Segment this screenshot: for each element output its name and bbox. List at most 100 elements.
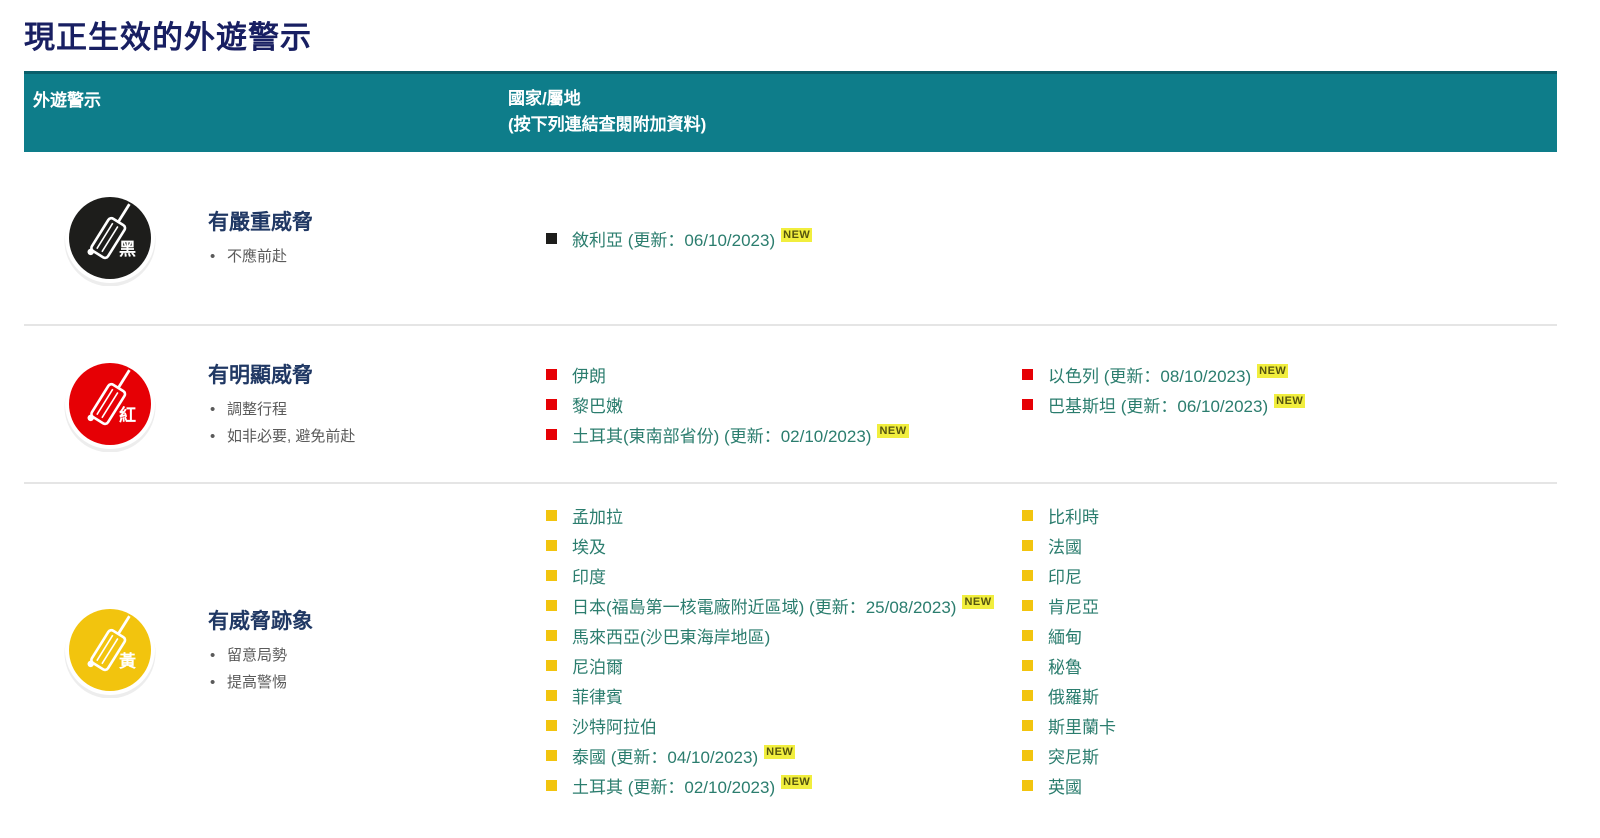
alert-icon-wrap: 黑	[62, 190, 158, 286]
country-item: 土耳其(東南部省份) (更新：02/10/2023)NEW	[546, 419, 1002, 449]
country-link[interactable]: 尼泊爾	[572, 653, 623, 678]
country-item: 印度	[546, 560, 1002, 590]
country-item: 秘魯	[1022, 650, 1116, 680]
advice-item: 如非必要, 避免前赴	[208, 423, 355, 450]
country-link[interactable]: 埃及	[572, 533, 606, 558]
country-link[interactable]: 日本(福島第一核電廠附近區域) (更新：25/08/2023)	[572, 593, 956, 618]
square-bullet-icon	[546, 510, 557, 521]
header-country-line1: 國家/屬地	[508, 86, 706, 112]
square-bullet-icon	[546, 690, 557, 701]
square-bullet-icon	[1022, 630, 1033, 641]
country-link[interactable]: 泰國 (更新：04/10/2023)	[572, 743, 758, 768]
country-item: 菲律賓	[546, 680, 1002, 710]
country-link[interactable]: 巴基斯坦 (更新：06/10/2023)	[1048, 392, 1268, 417]
country-link[interactable]: 英國	[1048, 773, 1082, 798]
country-item: 比利時	[1022, 500, 1116, 530]
table-header: 外遊警示 國家/屬地 (按下列連結查閱附加資料)	[24, 71, 1557, 152]
square-bullet-icon	[1022, 399, 1033, 410]
country-link[interactable]: 肯尼亞	[1048, 593, 1099, 618]
country-link[interactable]: 馬來西亞(沙巴東海岸地區)	[572, 623, 770, 648]
header-alert-column: 外遊警示	[24, 86, 508, 138]
square-bullet-icon	[1022, 510, 1033, 521]
country-link[interactable]: 緬甸	[1048, 623, 1082, 648]
country-link[interactable]: 印度	[572, 563, 606, 588]
alert-icon-wrap: 黃	[62, 602, 158, 698]
country-item: 沙特阿拉伯	[546, 710, 1002, 740]
advice-item: 留意局勢	[208, 642, 313, 669]
country-item: 突尼斯	[1022, 740, 1116, 770]
country-link[interactable]: 俄羅斯	[1048, 683, 1099, 708]
country-item: 泰國 (更新：04/10/2023) NEW	[546, 740, 1002, 770]
country-item: 斯里蘭卡	[1022, 710, 1116, 740]
country-item: 孟加拉	[546, 500, 1002, 530]
country-column-2: 比利時法國印尼肯尼亞緬甸秘魯俄羅斯斯里蘭卡突尼斯英國	[1022, 500, 1116, 800]
country-columns: 伊朗黎巴嫩土耳其(東南部省份) (更新：02/10/2023)NEW 以色列 (更…	[546, 359, 1557, 449]
square-bullet-icon	[546, 540, 557, 551]
alert-table: 外遊警示 國家/屬地 (按下列連結查閱附加資料) 黑有嚴重威脅不應前赴敘利亞 (…	[24, 71, 1557, 816]
country-item: 印尼	[1022, 560, 1116, 590]
country-column-1: 孟加拉埃及印度日本(福島第一核電廠附近區域) (更新：25/08/2023) NE…	[546, 500, 1022, 800]
advice-list: 不應前赴	[208, 243, 313, 270]
square-bullet-icon	[546, 570, 557, 581]
square-bullet-icon	[546, 369, 557, 380]
country-item: 馬來西亞(沙巴東海岸地區)	[546, 620, 1002, 650]
country-link[interactable]: 土耳其(東南部省份) (更新：02/10/2023)	[572, 422, 871, 447]
alert-level-cell: 黃 有威脅跡象留意局勢提高警惕	[24, 484, 508, 816]
country-column-1: 敘利亞 (更新：06/10/2023) NEW	[546, 223, 1022, 253]
square-bullet-icon	[1022, 369, 1033, 380]
alert-row-black: 黑有嚴重威脅不應前赴敘利亞 (更新：06/10/2023)NEW	[24, 152, 1557, 324]
country-item: 英國	[1022, 770, 1116, 800]
square-bullet-icon	[1022, 780, 1033, 791]
alert-icon-wrap: 紅	[62, 356, 158, 452]
square-bullet-icon	[1022, 720, 1033, 731]
alert-level-cell: 黑有嚴重威脅不應前赴	[24, 152, 508, 324]
country-link[interactable]: 秘魯	[1048, 653, 1082, 678]
alert-row-red: 紅有明顯威脅調整行程如非必要, 避免前赴伊朗黎巴嫩土耳其(東南部省份) (更新：…	[24, 324, 1557, 482]
country-item: 土耳其 (更新：02/10/2023)NEW	[546, 770, 1002, 800]
svg-text:黃: 黃	[118, 652, 136, 671]
square-bullet-icon	[1022, 570, 1033, 581]
country-link[interactable]: 以色列 (更新：08/10/2023)	[1048, 362, 1251, 387]
country-item: 伊朗	[546, 359, 1002, 389]
alert-level-info: 有嚴重威脅不應前赴	[208, 206, 313, 270]
countries-cell: 敘利亞 (更新：06/10/2023) NEW	[508, 152, 1557, 324]
square-bullet-icon	[1022, 660, 1033, 671]
new-badge: NEW	[962, 595, 993, 609]
new-badge: NEW	[764, 745, 795, 759]
outbound-travel-alert-page: 現正生效的外遊警示 外遊警示 國家/屬地 (按下列連結查閱附加資料) 黑有嚴重威…	[0, 0, 1600, 838]
square-bullet-icon	[546, 233, 557, 244]
header-country-line2: (按下列連結查閱附加資料)	[508, 112, 706, 138]
country-link[interactable]: 伊朗	[572, 362, 606, 387]
country-link[interactable]: 斯里蘭卡	[1048, 713, 1116, 738]
square-bullet-icon	[1022, 750, 1033, 761]
alert-level-info: 有明顯威脅調整行程如非必要, 避免前赴	[208, 359, 355, 450]
country-link[interactable]: 突尼斯	[1048, 743, 1099, 768]
country-link[interactable]: 沙特阿拉伯	[572, 713, 657, 738]
page-title: 現正生效的外遊警示	[24, 12, 1557, 57]
country-item: 埃及	[546, 530, 1002, 560]
svg-text:紅: 紅	[119, 405, 136, 425]
alert-level-title: 有明顯威脅	[208, 359, 355, 389]
yellow-alert-luggage-icon: 黃	[62, 602, 158, 698]
advice-item: 調整行程	[208, 396, 355, 423]
square-bullet-icon	[546, 630, 557, 641]
country-item: 肯尼亞	[1022, 590, 1116, 620]
square-bullet-icon	[546, 660, 557, 671]
country-link[interactable]: 黎巴嫩	[572, 392, 623, 417]
countries-cell: 孟加拉埃及印度日本(福島第一核電廠附近區域) (更新：25/08/2023) NE…	[508, 484, 1557, 816]
country-link[interactable]: 法國	[1048, 533, 1082, 558]
country-link[interactable]: 孟加拉	[572, 503, 623, 528]
new-badge: NEW	[781, 228, 812, 242]
country-column-2: 以色列 (更新：08/10/2023)NEW巴基斯坦 (更新：06/10/202…	[1022, 359, 1305, 419]
alert-level-info: 有威脅跡象留意局勢提高警惕	[208, 605, 313, 696]
square-bullet-icon	[546, 780, 557, 791]
square-bullet-icon	[546, 429, 557, 440]
country-link[interactable]: 比利時	[1048, 503, 1099, 528]
advice-item: 提高警惕	[208, 669, 313, 696]
advice-list: 留意局勢提高警惕	[208, 642, 313, 696]
country-link[interactable]: 印尼	[1048, 563, 1082, 588]
country-link[interactable]: 土耳其 (更新：02/10/2023)	[572, 773, 775, 798]
country-link[interactable]: 敘利亞 (更新：06/10/2023)	[572, 226, 775, 251]
country-link[interactable]: 菲律賓	[572, 683, 623, 708]
alert-level-title: 有嚴重威脅	[208, 206, 313, 236]
